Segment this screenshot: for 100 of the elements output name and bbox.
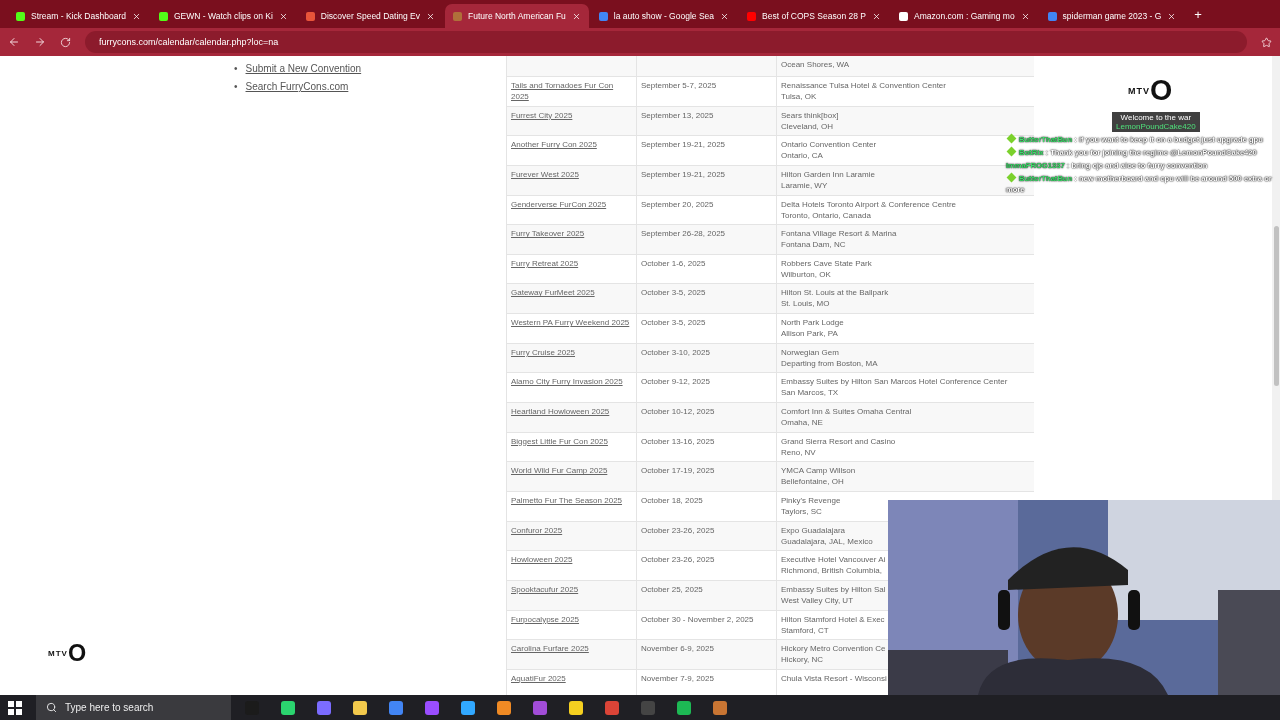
venue-text: Norwegian Gem [781,346,839,358]
date-text: October 1-6, 2025 [641,257,706,269]
convention-link[interactable]: Furry Retreat 2025 [511,257,579,269]
venue-text: Embassy Suites by Hilton San Marcos Hotel Conference Center [781,376,1008,388]
convention-link[interactable]: Another Furry Con 2025 [511,139,597,151]
date-text: October 17-19, 2025 [641,465,715,477]
city-text: Bellefontaine, OH [781,476,844,488]
convention-link[interactable]: Tails and Tornadoes Fur Con 2025 [511,80,632,102]
date-text: October 25, 2025 [641,583,703,595]
taskbar-app-icon[interactable] [353,700,367,715]
taskbar-app-icon[interactable] [569,700,583,715]
close-icon[interactable] [131,11,141,21]
new-tab-button[interactable]: + [1194,6,1202,22]
welcome-user: LemonPoundCake420 [1116,122,1196,131]
date-text: September 26-28, 2025 [641,228,726,240]
sidebar-link[interactable]: Search FurryCons.com [245,78,349,96]
date-text: September 19-21, 2025 [641,139,726,151]
back-icon[interactable] [8,36,20,48]
convention-link[interactable]: Spooktacufur 2025 [511,583,579,595]
convention-link[interactable]: Howloween 2025 [511,554,573,566]
close-icon[interactable] [1020,11,1030,21]
date-text: October 18, 2025 [641,494,703,506]
welcome-text: Welcome to the war [1120,113,1192,122]
taskbar-search-field[interactable]: Type here to search [36,695,231,720]
sidebar-link[interactable]: Submit a New Convention [245,60,362,78]
city-text: St. Louis, MO [781,298,830,310]
convention-link[interactable]: Western PA Furry Weekend 2025 [511,317,630,329]
scrollbar-thumb[interactable] [1273,226,1279,386]
convention-link[interactable]: Biggest Little Fur Con 2025 [511,435,608,447]
taskbar-app-icon[interactable] [713,700,727,715]
browser-tab[interactable]: Future North American Fu [445,4,589,28]
venue-text: North Park Lodge [781,317,844,329]
close-icon[interactable] [872,11,881,21]
venue-text: Robbers Cave State Park [781,257,872,269]
venue-text: Sears think[box] [781,109,839,121]
close-icon[interactable] [571,11,581,21]
convention-link[interactable]: Alamo City Furry Invasion 2025 [511,376,623,388]
venue-text: Chula Vista Resort - Wisconsi [781,672,887,684]
close-icon[interactable] [720,11,730,21]
city-text: Omaha, NE [781,417,823,429]
convention-link[interactable]: Furry Cruise 2025 [511,346,576,358]
city-text: Stamford, CT [781,624,829,636]
close-icon[interactable] [278,11,288,21]
city-text: Laramie, WY [781,179,828,191]
convention-link[interactable]: Furrest City 2025 [511,109,573,121]
city-text: Guadalajara, JAL, Mexico [781,535,873,547]
convention-link[interactable]: Genderverse FurCon 2025 [511,198,607,210]
bookmark-star-icon[interactable] [1261,36,1272,48]
date-text: November 7-9, 2025 [641,672,714,684]
venue-text: Embassy Suites by Hilton Sal [781,583,886,595]
forward-icon[interactable] [34,36,46,48]
city-text: Taylors, SC [781,505,822,517]
browser-tab[interactable]: spiderman game 2023 - G [1039,4,1185,28]
taskbar-app-icon[interactable] [461,700,475,715]
convention-link[interactable]: Confuror 2025 [511,524,563,536]
date-text: October 9-12, 2025 [641,376,710,388]
city-text: Allison Park, PA [781,328,838,340]
city-text: Fontana Dam, NC [781,239,846,251]
city-text: Reno, NV [781,446,816,458]
browser-tab[interactable]: la auto show - Google Sea [590,4,738,28]
reload-icon[interactable] [60,36,71,48]
close-icon[interactable] [426,11,436,21]
city-text: Tulsa, OK [781,91,817,102]
taskbar-app-icon[interactable] [497,700,511,715]
taskbar-app-icon[interactable] [389,700,403,715]
city-text: Richmond, British Columbia, [781,565,882,577]
date-text: October 23-26, 2025 [641,554,715,566]
convention-link[interactable]: Carolina Furfare 2025 [511,643,589,655]
taskbar-app-icon[interactable] [281,700,295,715]
venue-text: Executive Hotel Vancouver Ai [781,554,886,566]
date-text: October 30 - November 2, 2025 [641,613,754,625]
venue-text: Hilton Stamford Hotel & Exec [781,613,885,625]
browser-tab[interactable]: Amazon.com : Gaming mo [891,4,1038,28]
city-text: West Valley City, UT [781,594,853,606]
date-text: September 13, 2025 [641,109,714,121]
city-text: Hickory, NC [781,654,824,666]
convention-link[interactable]: Furever West 2025 [511,168,579,180]
convention-link[interactable]: Furry Takeover 2025 [511,228,585,240]
browser-tab[interactable]: Stream - Kick Dashboard [8,4,149,28]
convention-link[interactable]: Heartland Howloween 2025 [511,406,610,418]
venue-text: Delta Hotels Toronto Airport & Conference Centre [781,198,957,210]
venue-text: Hilton St. Louis at the Ballpark [781,287,889,299]
convention-link[interactable]: Furpocalypse 2025 [511,613,580,625]
browser-tab[interactable]: GEWN - Watch clips on Ki [150,4,296,28]
browser-tab[interactable]: Discover Speed Dating Ev [297,4,444,28]
date-text: September 5-7, 2025 [641,80,717,91]
bullet-mark: • [234,80,238,94]
convention-link[interactable]: AquatiFur 2025 [511,672,566,684]
browser-tab[interactable]: Best of COPS Season 28 P [739,4,889,28]
taskbar-app-icon[interactable] [677,700,691,715]
city-text: San Marcos, TX [781,387,839,399]
close-icon[interactable] [1167,11,1177,21]
convention-link[interactable]: World Wild Fur Camp 2025 [511,465,608,477]
windows-start-icon[interactable] [8,700,22,715]
city-text: Ontario, CA [781,150,823,162]
address-field[interactable]: furrycons.com/calendar/calendar.php?loc=na [85,31,1247,53]
convention-link[interactable]: Gateway FurMeet 2025 [511,287,595,299]
date-text: October 3-5, 2025 [641,317,706,329]
convention-link[interactable]: Palmetto Fur The Season 2025 [511,494,623,506]
date-text: November 6-9, 2025 [641,643,714,655]
